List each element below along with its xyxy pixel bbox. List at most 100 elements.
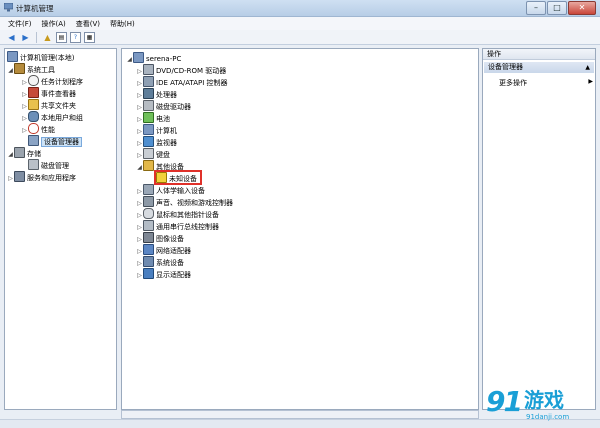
keyboard-icon: [143, 148, 154, 159]
submenu-arrow-icon: ▶: [588, 78, 593, 85]
properties-icon[interactable]: ▦: [84, 31, 95, 43]
menu-help[interactable]: 帮助(H): [110, 19, 135, 29]
collapse-arrow-icon[interactable]: ◢: [7, 65, 14, 76]
window-title: 计算机管理: [16, 4, 54, 13]
computer-icon: [133, 52, 144, 63]
device-category-row[interactable]: ▷ 计算机: [136, 124, 177, 135]
hid-icon: [143, 184, 154, 195]
device-category-row[interactable]: ▷ 声音、视频和游戏控制器: [136, 196, 233, 207]
watermark-logo: 91: [486, 385, 523, 418]
tools-icon: [14, 63, 25, 74]
display-adapter-icon: [143, 268, 154, 279]
close-button[interactable]: ✕: [568, 1, 596, 15]
usb-icon: [143, 220, 154, 231]
device-category-row[interactable]: ▷ 监视器: [136, 136, 177, 147]
event-viewer-icon: [28, 87, 39, 98]
device-category-row[interactable]: ▷ 系统设备: [136, 256, 184, 267]
collapse-arrow-icon[interactable]: ◢: [136, 162, 143, 173]
tree-item-services-apps[interactable]: ▷ 服务和应用程序: [7, 171, 76, 182]
device-category-row[interactable]: ▷ 鼠标和其他指针设备: [136, 208, 219, 219]
ide-controller-icon: [143, 76, 154, 87]
dvd-drive-icon: [143, 64, 154, 75]
tree-item-storage[interactable]: ◢ 存储: [7, 147, 41, 158]
actions-section-device-manager[interactable]: 设备管理器 ▲: [484, 62, 594, 73]
maximize-button[interactable]: □: [547, 1, 567, 15]
users-icon: [28, 111, 39, 122]
device-category-row[interactable]: ▷ 通用串行总线控制器: [136, 220, 219, 231]
more-actions-item[interactable]: 更多操作 ▶: [499, 78, 593, 88]
tree-item-task-scheduler[interactable]: ▷ 任务计划程序: [21, 75, 83, 86]
device-category-row[interactable]: ▷ 图像设备: [136, 232, 184, 243]
device-category-row[interactable]: ▷ 磁盘驱动器: [136, 100, 191, 111]
clock-icon: [28, 75, 39, 86]
collapse-arrow-icon[interactable]: ◢: [7, 149, 14, 160]
mouse-icon: [143, 208, 154, 219]
disk-drive-icon: [143, 100, 154, 111]
horizontal-scrollbar[interactable]: [121, 410, 479, 419]
up-folder-icon[interactable]: ▲: [42, 32, 53, 43]
console-tree-pane[interactable]: 计算机管理(本地) ◢ 系统工具 ▷ 任务计划程序 ▷ 事件查看器 ▷ 共享文件夹 ▷ 本…: [4, 48, 117, 410]
battery-icon: [143, 112, 154, 123]
device-tree-pane[interactable]: ◢ serena-PC ▷ DVD/CD-ROM 驱动器 ▷ IDE ATA/ATAP…: [121, 48, 479, 410]
disk-icon: [28, 159, 39, 170]
watermark-name: 游戏: [524, 388, 564, 412]
tree-item-shared-folders[interactable]: ▷ 共享文件夹: [21, 99, 76, 110]
processor-icon: [143, 88, 154, 99]
collapse-up-icon[interactable]: ▲: [585, 62, 590, 73]
device-unknown[interactable]: 未知设备: [154, 170, 202, 185]
computer-icon: [7, 51, 18, 62]
camera-icon: [143, 232, 154, 243]
title-bar[interactable]: 计算机管理 – □ ✕: [0, 0, 600, 17]
tree-item-root[interactable]: 计算机管理(本地): [7, 51, 74, 62]
speaker-icon: [143, 196, 154, 207]
tree-item-event-viewer[interactable]: ▷ 事件查看器: [21, 87, 76, 98]
menu-file[interactable]: 文件(F): [8, 19, 32, 29]
actions-header: 操作: [483, 49, 595, 60]
menu-action[interactable]: 操作(A): [42, 19, 66, 29]
network-adapter-icon: [143, 244, 154, 255]
menu-view[interactable]: 查看(V): [76, 19, 100, 29]
expand-arrow-icon[interactable]: ▷: [21, 125, 28, 136]
expand-arrow-icon[interactable]: ▷: [136, 270, 143, 281]
device-category-row[interactable]: ▷ 电池: [136, 112, 170, 123]
monitor-icon: [143, 136, 154, 147]
toolbar-separator: [36, 31, 37, 43]
tree-item-system-tools[interactable]: ◢ 系统工具: [7, 63, 55, 74]
help-icon[interactable]: ?: [70, 31, 81, 43]
services-icon: [14, 171, 25, 182]
device-category-row[interactable]: ▷ IDE ATA/ATAPI 控制器: [136, 76, 228, 87]
other-devices-icon: [143, 160, 154, 171]
system-devices-icon: [143, 256, 154, 267]
collapse-arrow-icon[interactable]: ◢: [126, 54, 133, 65]
device-manager-icon: [28, 135, 39, 146]
tree-item-performance[interactable]: ▷ 性能: [21, 123, 55, 134]
tree-item-disk-management[interactable]: 磁盘管理: [28, 159, 69, 170]
device-computer-node[interactable]: ◢ serena-PC: [126, 52, 181, 63]
device-category-row[interactable]: ▷ 网络适配器: [136, 244, 191, 255]
expand-arrow-icon[interactable]: ▷: [7, 173, 14, 184]
warning-icon: [156, 172, 167, 183]
shared-folder-icon: [28, 99, 39, 110]
toolbar: ◀ ▶ ▲ ▤ ? ▦: [0, 30, 600, 45]
performance-icon: [28, 123, 39, 134]
storage-icon: [14, 147, 25, 158]
back-icon[interactable]: ◀: [6, 32, 17, 43]
watermark-url: 91danji.com: [526, 413, 570, 421]
forward-icon[interactable]: ▶: [20, 32, 31, 43]
device-category-row[interactable]: ▷ 人体学输入设备: [136, 184, 205, 195]
tree-item-device-manager[interactable]: 设备管理器: [28, 135, 82, 147]
tree-item-local-users[interactable]: ▷ 本地用户和组: [21, 111, 83, 122]
menu-bar: 文件(F) 操作(A) 查看(V) 帮助(H): [0, 17, 600, 30]
computer-icon: [143, 124, 154, 135]
device-category-row[interactable]: ◢ 其他设备: [136, 160, 184, 171]
device-category-row[interactable]: ▷ DVD/CD-ROM 驱动器: [136, 64, 226, 75]
computer-management-window: 计算机管理 – □ ✕ 文件(F) 操作(A) 查看(V) 帮助(H) ◀ ▶ …: [0, 0, 600, 428]
device-category-row[interactable]: ▷ 显示适配器: [136, 268, 191, 279]
show-hide-tree-icon[interactable]: ▤: [56, 31, 67, 43]
minimize-button[interactable]: –: [526, 1, 546, 15]
actions-pane: 操作 设备管理器 ▲ 更多操作 ▶: [482, 48, 596, 410]
device-category-row[interactable]: ▷ 处理器: [136, 88, 177, 99]
computer-management-icon: [4, 3, 13, 12]
site-watermark: 91 游戏 91danji.com: [486, 387, 598, 427]
device-category-row[interactable]: ▷ 键盘: [136, 148, 170, 159]
